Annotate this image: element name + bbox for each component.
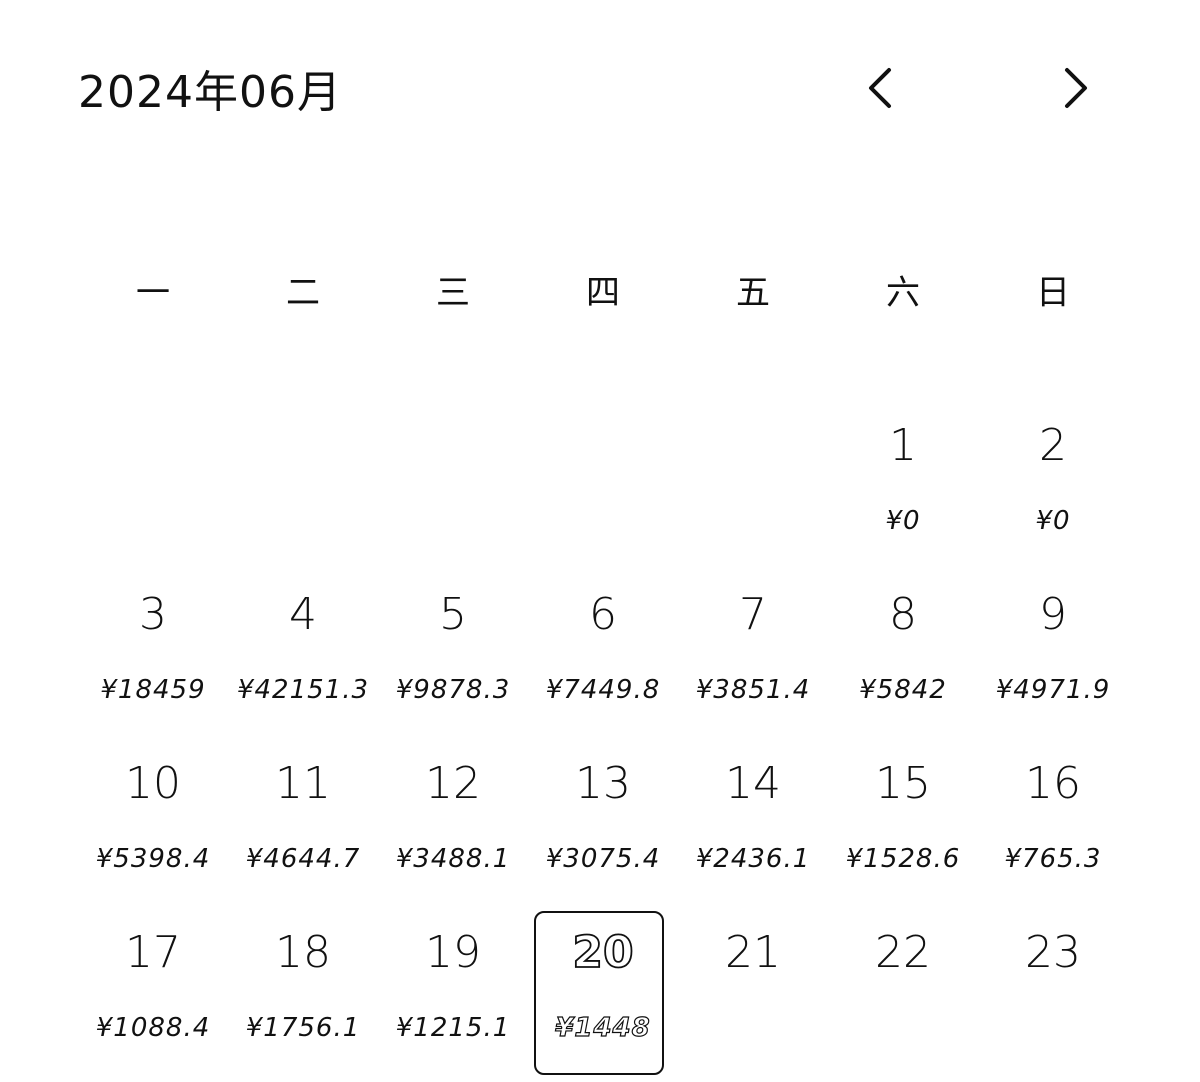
empty-day-cell bbox=[378, 400, 528, 569]
day-number: 12 bbox=[425, 758, 481, 809]
day-cell-selected[interactable]: 20 ¥1448 bbox=[528, 907, 678, 1076]
day-cell[interactable]: 11 ¥4644.7 bbox=[228, 738, 378, 907]
day-cell[interactable]: 1 ¥0 bbox=[828, 400, 978, 569]
day-amount: ¥42151.3 bbox=[236, 675, 370, 705]
day-number: 7 bbox=[739, 589, 767, 640]
empty-day-cell bbox=[528, 400, 678, 569]
day-cell[interactable]: 18 ¥1756.1 bbox=[228, 907, 378, 1076]
day-number: 17 bbox=[125, 927, 181, 978]
prev-month-button[interactable] bbox=[852, 60, 908, 116]
weekday-label: 一 bbox=[136, 273, 170, 313]
day-amount: ¥1528.6 bbox=[845, 844, 961, 874]
day-cell[interactable]: 16 ¥765.3 bbox=[978, 738, 1128, 907]
chevron-right-icon bbox=[1065, 68, 1087, 108]
day-cell[interactable]: 5 ¥9878.3 bbox=[378, 569, 528, 738]
weekday-label: 五 bbox=[736, 273, 770, 313]
day-cell[interactable]: 13 ¥3075.4 bbox=[528, 738, 678, 907]
day-number: 16 bbox=[1025, 758, 1081, 809]
day-number: 9 bbox=[1039, 589, 1067, 640]
day-cell[interactable]: 21 bbox=[678, 907, 828, 1076]
day-amount: ¥9878.3 bbox=[395, 675, 511, 705]
weekday-header-row: 一 二 三 四 五 六 日 bbox=[78, 268, 1128, 318]
day-amount: ¥765.3 bbox=[1004, 844, 1102, 874]
day-amount: ¥1448 bbox=[555, 1012, 651, 1043]
day-cell[interactable]: 22 bbox=[828, 907, 978, 1076]
day-amount: ¥0 bbox=[885, 506, 921, 536]
day-cell[interactable]: 17 ¥1088.4 bbox=[78, 907, 228, 1076]
day-number: 21 bbox=[725, 927, 781, 978]
day-cell[interactable]: 10 ¥5398.4 bbox=[78, 738, 228, 907]
day-cell[interactable]: 6 ¥7449.8 bbox=[528, 569, 678, 738]
chevron-left-icon bbox=[869, 68, 891, 108]
month-title: 2024年06月 bbox=[78, 67, 342, 118]
day-number: 18 bbox=[275, 927, 331, 978]
day-amount: ¥1088.4 bbox=[95, 1013, 211, 1043]
day-cell[interactable]: 19 ¥1215.1 bbox=[378, 907, 528, 1076]
day-number: 6 bbox=[589, 589, 617, 640]
day-number: 8 bbox=[889, 589, 917, 640]
day-number: 5 bbox=[439, 589, 467, 640]
day-amount: ¥18459 bbox=[100, 675, 206, 705]
weekday-label: 二 bbox=[286, 273, 320, 313]
weekday-label: 四 bbox=[586, 273, 620, 313]
empty-day-cell bbox=[678, 400, 828, 569]
day-number: 13 bbox=[575, 758, 631, 809]
day-cell[interactable]: 3 ¥18459 bbox=[78, 569, 228, 738]
day-amount: ¥0 bbox=[1035, 506, 1071, 536]
day-amount: ¥3488.1 bbox=[395, 844, 511, 874]
day-amount: ¥7449.8 bbox=[545, 675, 661, 705]
day-number: 19 bbox=[425, 927, 481, 978]
day-cell[interactable]: 2 ¥0 bbox=[978, 400, 1128, 569]
day-amount: ¥4971.9 bbox=[995, 675, 1111, 705]
day-amount: ¥5842 bbox=[859, 675, 947, 705]
day-amount: ¥3075.4 bbox=[545, 844, 661, 874]
day-number: 1 bbox=[889, 420, 917, 471]
day-amount: ¥4644.7 bbox=[245, 844, 361, 874]
day-number: 11 bbox=[275, 758, 331, 809]
calendar-grid: 1 ¥0 2 ¥0 3 ¥18459 4 ¥42151.3 5 ¥9878.3 6 ¥7449.8 7 ¥… bbox=[78, 400, 1128, 1076]
day-number: 23 bbox=[1025, 927, 1081, 978]
day-number: 10 bbox=[125, 758, 181, 809]
day-cell[interactable]: 8 ¥5842 bbox=[828, 569, 978, 738]
day-number: 3 bbox=[139, 589, 167, 640]
day-cell[interactable]: 15 ¥1528.6 bbox=[828, 738, 978, 907]
day-number: 4 bbox=[289, 589, 317, 640]
day-cell[interactable]: 4 ¥42151.3 bbox=[228, 569, 378, 738]
empty-day-cell bbox=[78, 400, 228, 569]
day-amount: ¥1215.1 bbox=[395, 1013, 511, 1043]
day-amount: ¥5398.4 bbox=[95, 844, 211, 874]
day-cell[interactable]: 7 ¥3851.4 bbox=[678, 569, 828, 738]
weekday-label: 三 bbox=[436, 273, 470, 313]
day-cell[interactable]: 23 bbox=[978, 907, 1128, 1076]
weekday-label: 六 bbox=[886, 273, 920, 313]
day-number: 22 bbox=[875, 927, 931, 978]
day-number: 15 bbox=[875, 758, 931, 809]
day-number: 20 bbox=[571, 927, 634, 978]
day-cell[interactable]: 14 ¥2436.1 bbox=[678, 738, 828, 907]
day-cell[interactable]: 9 ¥4971.9 bbox=[978, 569, 1128, 738]
weekday-label: 日 bbox=[1036, 273, 1070, 313]
day-number: 2 bbox=[1039, 420, 1067, 471]
next-month-button[interactable] bbox=[1048, 60, 1104, 116]
day-amount: ¥3851.4 bbox=[695, 675, 811, 705]
day-cell[interactable]: 12 ¥3488.1 bbox=[378, 738, 528, 907]
empty-day-cell bbox=[228, 400, 378, 569]
day-number: 14 bbox=[725, 758, 781, 809]
day-amount: ¥2436.1 bbox=[695, 844, 811, 874]
day-amount: ¥1756.1 bbox=[245, 1013, 361, 1043]
